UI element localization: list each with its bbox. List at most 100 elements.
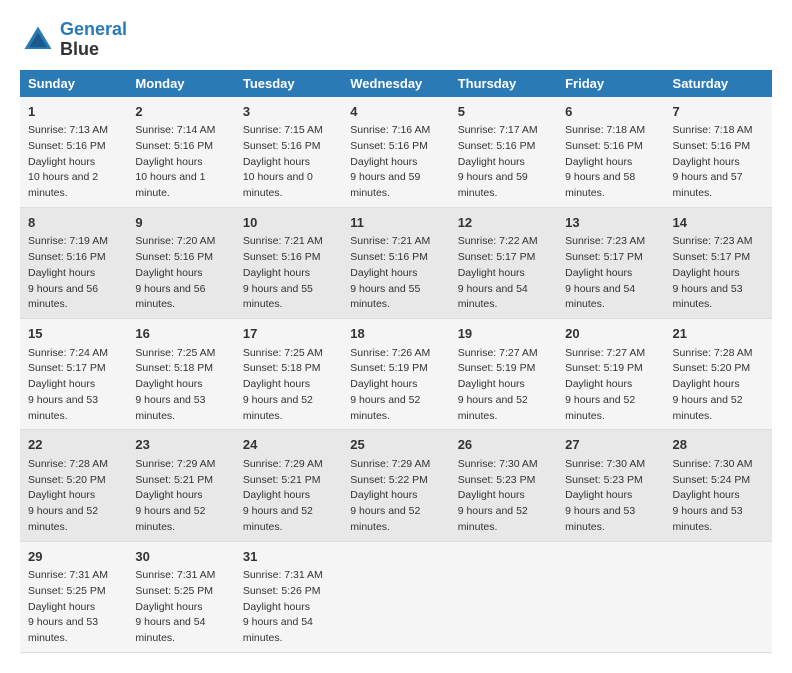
calendar-week-row: 22Sunrise: 7:28 AMSunset: 5:20 PMDayligh… [20, 430, 772, 541]
calendar-cell: 24Sunrise: 7:29 AMSunset: 5:21 PMDayligh… [235, 430, 342, 541]
weekday-header: Monday [127, 70, 234, 97]
day-number: 25 [350, 435, 441, 455]
daylight-value: 9 hours and 56 minutes. [28, 283, 98, 311]
sunset: Sunset: 5:26 PM [243, 585, 321, 597]
daylight-label: Daylight hours [243, 489, 310, 501]
sunrise: Sunrise: 7:23 AM [565, 235, 645, 247]
calendar-cell [342, 541, 449, 652]
sunrise: Sunrise: 7:15 AM [243, 124, 323, 136]
daylight-label: Daylight hours [565, 378, 632, 390]
day-number: 15 [28, 324, 119, 344]
daylight-label: Daylight hours [28, 489, 95, 501]
sunset: Sunset: 5:16 PM [350, 251, 428, 263]
daylight-value: 9 hours and 52 minutes. [243, 394, 313, 422]
calendar-cell: 19Sunrise: 7:27 AMSunset: 5:19 PMDayligh… [450, 319, 557, 430]
day-number: 9 [135, 213, 226, 233]
day-number: 16 [135, 324, 226, 344]
day-number: 14 [673, 213, 764, 233]
calendar-cell [557, 541, 664, 652]
day-number: 24 [243, 435, 334, 455]
daylight-value: 9 hours and 52 minutes. [28, 505, 98, 533]
daylight-label: Daylight hours [458, 378, 525, 390]
sunset: Sunset: 5:16 PM [565, 140, 643, 152]
calendar-cell [450, 541, 557, 652]
sunrise: Sunrise: 7:23 AM [673, 235, 753, 247]
sunset: Sunset: 5:20 PM [28, 474, 106, 486]
weekday-header: Thursday [450, 70, 557, 97]
calendar-cell: 11Sunrise: 7:21 AMSunset: 5:16 PMDayligh… [342, 207, 449, 318]
logo-text: GeneralBlue [60, 20, 127, 60]
calendar-cell: 14Sunrise: 7:23 AMSunset: 5:17 PMDayligh… [665, 207, 772, 318]
day-number: 17 [243, 324, 334, 344]
calendar-cell: 3 Sunrise: 7:15 AM Sunset: 5:16 PM Daylight… [235, 97, 342, 208]
sunrise: Sunrise: 7:31 AM [135, 569, 215, 581]
calendar-week-row: 8 Sunrise: 7:19 AM Sunset: 5:16 PM Daylight… [20, 207, 772, 318]
calendar-cell: 26Sunrise: 7:30 AMSunset: 5:23 PMDayligh… [450, 430, 557, 541]
sunset: Sunset: 5:19 PM [350, 362, 428, 374]
daylight-value: 9 hours and 59 minutes. [350, 171, 420, 199]
calendar-cell: 29Sunrise: 7:31 AMSunset: 5:25 PMDayligh… [20, 541, 127, 652]
daylight-label: Daylight hours [135, 601, 202, 613]
daylight-value: 9 hours and 52 minutes. [458, 505, 528, 533]
sunset: Sunset: 5:23 PM [565, 474, 643, 486]
daylight-value: 9 hours and 53 minutes. [673, 505, 743, 533]
day-number: 21 [673, 324, 764, 344]
sunrise: Sunrise: 7:25 AM [135, 347, 215, 359]
calendar-cell: 16Sunrise: 7:25 AMSunset: 5:18 PMDayligh… [127, 319, 234, 430]
sunset: Sunset: 5:16 PM [243, 140, 321, 152]
daylight-value: 9 hours and 53 minutes. [28, 394, 98, 422]
sunrise: Sunrise: 7:16 AM [350, 124, 430, 136]
logo: GeneralBlue [20, 20, 127, 60]
daylight-label: Daylight hours [458, 489, 525, 501]
calendar-cell: 31Sunrise: 7:31 AMSunset: 5:26 PMDayligh… [235, 541, 342, 652]
daylight-label: Daylight hours [243, 378, 310, 390]
sunrise: Sunrise: 7:25 AM [243, 347, 323, 359]
sunrise: Sunrise: 7:18 AM [565, 124, 645, 136]
calendar-cell: 6Sunrise: 7:18 AMSunset: 5:16 PMDaylight… [557, 97, 664, 208]
calendar-table: SundayMondayTuesdayWednesdayThursdayFrid… [20, 70, 772, 653]
calendar-cell: 7Sunrise: 7:18 AMSunset: 5:16 PMDaylight… [665, 97, 772, 208]
day-number: 3 [243, 102, 334, 122]
calendar-cell: 22Sunrise: 7:28 AMSunset: 5:20 PMDayligh… [20, 430, 127, 541]
daylight-label: Daylight hours [243, 267, 310, 279]
page-header: GeneralBlue [20, 20, 772, 60]
sunset: Sunset: 5:16 PM [350, 140, 428, 152]
sunset: Sunset: 5:19 PM [565, 362, 643, 374]
sunset: Sunset: 5:16 PM [28, 251, 106, 263]
sunset: Sunset: 5:24 PM [673, 474, 751, 486]
sunrise: Sunrise: 7:19 AM [28, 235, 108, 247]
weekday-header: Sunday [20, 70, 127, 97]
daylight-label: Daylight hours [243, 601, 310, 613]
day-number: 10 [243, 213, 334, 233]
day-number: 28 [673, 435, 764, 455]
sunrise: Sunrise: 7:13 AM [28, 124, 108, 136]
sunset: Sunset: 5:23 PM [458, 474, 536, 486]
daylight-label: Daylight hours [243, 156, 310, 168]
calendar-cell: 4Sunrise: 7:16 AMSunset: 5:16 PMDaylight… [342, 97, 449, 208]
day-number: 8 [28, 213, 119, 233]
day-number: 4 [350, 102, 441, 122]
calendar-cell: 12Sunrise: 7:22 AMSunset: 5:17 PMDayligh… [450, 207, 557, 318]
daylight-value: 10 hours and 0 minutes. [243, 171, 313, 199]
daylight-value: 9 hours and 52 minutes. [458, 394, 528, 422]
daylight-label: Daylight hours [458, 156, 525, 168]
calendar-cell: 18Sunrise: 7:26 AMSunset: 5:19 PMDayligh… [342, 319, 449, 430]
daylight-value: 9 hours and 52 minutes. [243, 505, 313, 533]
daylight-value: 10 hours and 2 minutes. [28, 171, 98, 199]
daylight-value: 9 hours and 52 minutes. [350, 394, 420, 422]
calendar-cell [665, 541, 772, 652]
day-number: 26 [458, 435, 549, 455]
sunrise: Sunrise: 7:30 AM [565, 458, 645, 470]
daylight-value: 9 hours and 52 minutes. [565, 394, 635, 422]
day-number: 13 [565, 213, 656, 233]
daylight-value: 9 hours and 54 minutes. [565, 283, 635, 311]
day-number: 6 [565, 102, 656, 122]
daylight-value: 9 hours and 56 minutes. [135, 283, 205, 311]
calendar-cell: 23Sunrise: 7:29 AMSunset: 5:21 PMDayligh… [127, 430, 234, 541]
daylight-label: Daylight hours [565, 489, 632, 501]
day-number: 1 [28, 102, 119, 122]
daylight-value: 9 hours and 55 minutes. [350, 283, 420, 311]
daylight-value: 9 hours and 53 minutes. [135, 394, 205, 422]
sunset: Sunset: 5:16 PM [135, 140, 213, 152]
daylight-label: Daylight hours [565, 267, 632, 279]
